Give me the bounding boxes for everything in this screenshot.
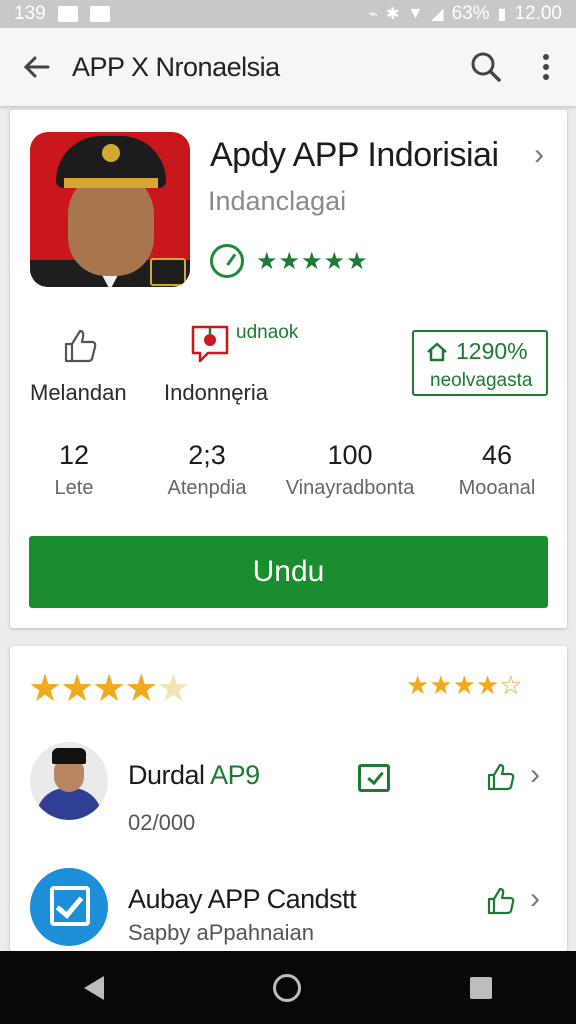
back-button[interactable] xyxy=(0,28,72,106)
status-time-left: 139 xyxy=(14,3,46,24)
reviewer-name-text: Aubay APP xyxy=(128,884,260,914)
nav-back-icon[interactable] xyxy=(84,975,105,1000)
reviewer-name-text: Durdal xyxy=(128,760,205,790)
wifi-icon: ▼ xyxy=(407,5,424,22)
more-options-button[interactable] xyxy=(516,37,576,97)
chevron-right-icon[interactable]: › xyxy=(530,882,540,916)
status-clock: 12.00 xyxy=(514,3,562,24)
home-icon xyxy=(427,342,447,361)
notification-icon xyxy=(57,6,78,22)
install-button[interactable]: Undu xyxy=(29,536,548,608)
app-details-card: Apdy APP Indorisiai › Indanclagai ★★★★★ … xyxy=(10,110,567,628)
navigation-bar xyxy=(0,951,576,1024)
reviews-card: ★★★★★ ★★★★☆ Durdal AP9 02/000 › Aubay AP… xyxy=(10,646,567,951)
stat-1: 12 Lete xyxy=(4,440,144,500)
feature-tag: udnaok xyxy=(236,322,299,343)
app-name: Apdy APP Indorisiai xyxy=(210,136,499,174)
app-bar: APP X Nronaelsia xyxy=(0,28,576,106)
clock-icon xyxy=(210,244,244,278)
battery-icon: ▮ xyxy=(497,6,507,23)
signal-icon: ◢ xyxy=(431,6,444,23)
overall-rating-stars: ★★★★★ xyxy=(28,668,190,710)
bluetooth-icon: ✱ xyxy=(386,6,400,23)
verified-checkbox-icon xyxy=(358,764,390,792)
chevron-right-icon[interactable]: › xyxy=(530,758,540,792)
feature-value: 1290% xyxy=(456,338,528,364)
search-icon xyxy=(471,52,501,82)
vibrate-icon: ⌁ xyxy=(368,6,379,23)
page-title: APP X Nronaelsia xyxy=(72,51,280,82)
checkbox-icon xyxy=(50,886,90,926)
stat-4: 46 Mooanal xyxy=(427,440,567,500)
feature-label-2: Indonnęria xyxy=(164,380,268,405)
stat-value: 46 xyxy=(481,440,513,470)
thumbs-up-icon xyxy=(64,329,97,363)
review-item[interactable]: Aubay APP Candstt Sapby aPpahnaian › xyxy=(10,854,567,964)
nav-home-icon[interactable] xyxy=(272,973,301,1002)
badge-icon xyxy=(150,258,186,286)
reviewer-name: Aubay APP Candstt xyxy=(128,884,357,915)
arrow-left-icon xyxy=(23,56,50,78)
review-subtitle: 02/000 xyxy=(128,810,196,835)
chevron-right-icon[interactable]: › xyxy=(534,138,544,172)
avatar xyxy=(30,868,108,946)
search-button[interactable] xyxy=(456,37,516,97)
stat-value: 2;3 xyxy=(188,440,226,470)
stat-label: Lete xyxy=(54,477,94,499)
reviewer-name: Durdal AP9 xyxy=(128,760,260,791)
rating-stars: ★★★★★ xyxy=(256,247,369,275)
feature-label-3: neolvagasta xyxy=(430,370,533,391)
stat-3: 100 Vinayradbonta xyxy=(280,440,420,500)
review-subtitle: Sapby aPpahnaian xyxy=(128,920,314,945)
flag-chat-icon xyxy=(191,325,229,363)
stat-value: 100 xyxy=(327,440,373,470)
stat-label: Vinayradbonta xyxy=(285,477,415,499)
avatar xyxy=(30,742,108,820)
app-icon xyxy=(30,132,190,287)
stat-value: 12 xyxy=(58,440,90,470)
average-rating-stars: ★★★★☆ xyxy=(406,670,523,700)
developer-name[interactable]: Indanclagai xyxy=(208,186,346,217)
image-icon xyxy=(89,6,110,22)
stat-label: Mooanal xyxy=(458,477,536,499)
status-bar: 139 ⌁ ✱ ▼ ◢ 63% ▮ 12.00 xyxy=(0,0,576,28)
feature-box[interactable]: 1290% neolvagasta xyxy=(412,330,548,396)
more-vertical-icon xyxy=(543,54,549,80)
stat-2: 2;3 Atenpdia xyxy=(137,440,277,500)
like-icon[interactable] xyxy=(486,762,516,792)
stat-label: Atenpdia xyxy=(167,477,247,499)
app-rating: ★★★★★ xyxy=(210,244,369,278)
feature-label-1: Melandan xyxy=(30,380,127,405)
reviewer-name-accent: Candstt xyxy=(266,884,357,914)
battery-percentage: 63% xyxy=(451,3,490,24)
review-item[interactable]: Durdal AP9 02/000 › xyxy=(10,730,567,840)
nav-recents-icon[interactable] xyxy=(469,976,492,999)
like-icon[interactable] xyxy=(486,886,516,916)
reviewer-name-accent: AP9 xyxy=(210,760,260,790)
